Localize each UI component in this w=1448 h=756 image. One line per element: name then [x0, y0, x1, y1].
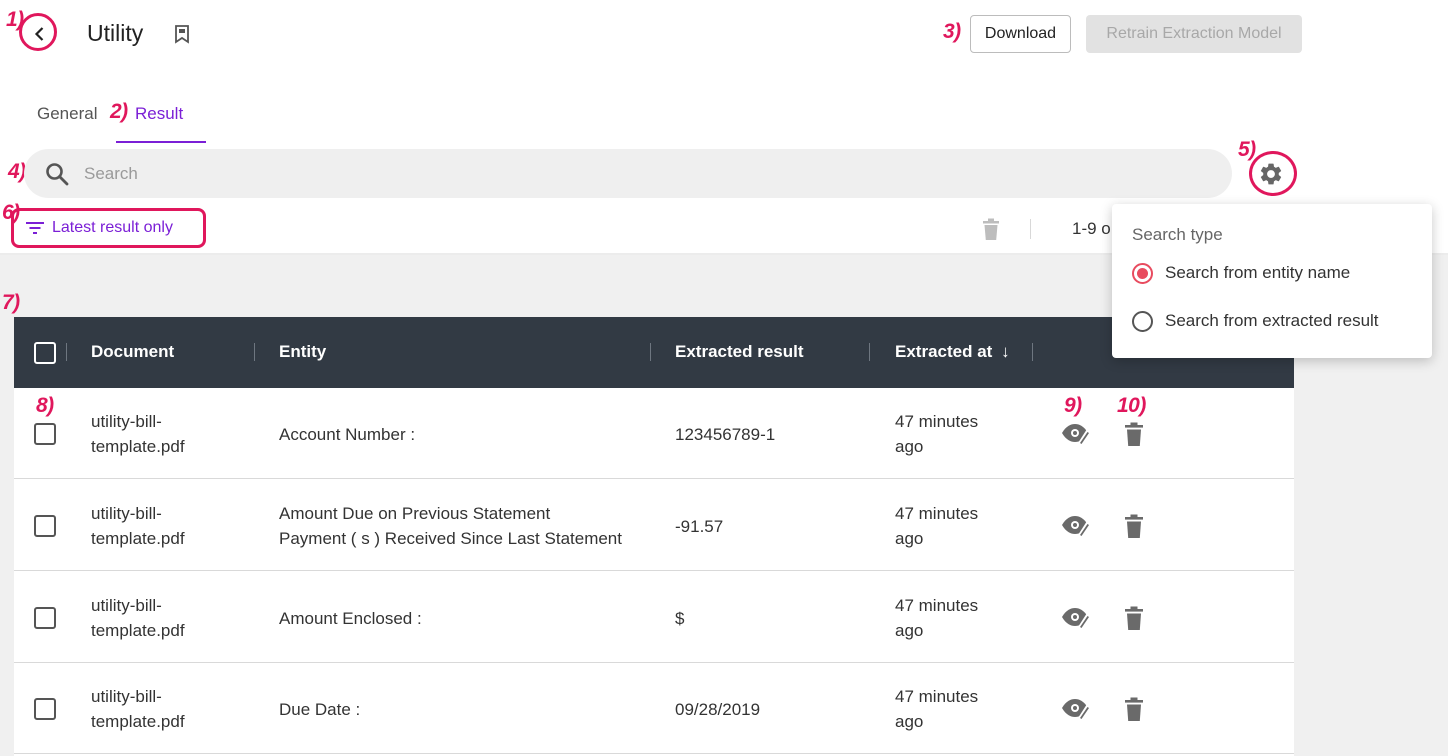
- document-name-line: template.pdf: [91, 712, 185, 731]
- tab-result[interactable]: Result: [135, 104, 183, 124]
- search-type-title: Search type: [1132, 225, 1223, 244]
- extracted-at-cell: 47 minutes ago: [895, 593, 1005, 643]
- extracted-at-cell: 47 minutes ago: [895, 501, 1005, 551]
- document-name-line: utility-bill-: [91, 504, 162, 523]
- search-input[interactable]: Search: [84, 164, 138, 184]
- column-header-extracted-at-label: Extracted at: [895, 342, 993, 361]
- annotation-9: 9): [1064, 394, 1082, 417]
- extracted-at-cell: 47 minutes ago: [895, 684, 1005, 734]
- entity-cell: Amount Enclosed :: [279, 606, 649, 631]
- table-row: utility-bill- template.pdf Account Numbe…: [14, 388, 1294, 479]
- table-row: utility-bill- template.pdf Amount Enclos…: [14, 572, 1294, 663]
- time-line: 47 minutes: [895, 504, 979, 523]
- eye-edit-icon[interactable]: [1061, 513, 1089, 537]
- annotation-ring-5: [1249, 151, 1297, 196]
- extracted-result-cell: 09/28/2019: [675, 700, 761, 719]
- document-name-line: utility-bill-: [91, 596, 162, 615]
- time-line: ago: [895, 437, 924, 456]
- entity-cell: Account Number :: [279, 422, 649, 447]
- entity-name-line: Due Date :: [279, 700, 361, 719]
- column-divider: [254, 343, 255, 361]
- radio-selected-icon[interactable]: [1132, 262, 1153, 284]
- page-title: Utility: [87, 20, 144, 46]
- row-checkbox[interactable]: [34, 423, 56, 445]
- document-cell: utility-bill- template.pdf: [91, 684, 241, 734]
- retrain-model-button[interactable]: Retrain Extraction Model: [1086, 15, 1302, 53]
- column-header-entity[interactable]: Entity: [279, 342, 326, 362]
- tab-general[interactable]: General: [37, 104, 97, 124]
- row-checkbox[interactable]: [34, 515, 56, 537]
- search-type-menu: Search type Search from entity name Sear…: [1112, 204, 1432, 358]
- entity-name-line: Account Number :: [279, 425, 416, 444]
- search-type-option-entity[interactable]: Search from entity name: [1132, 261, 1350, 285]
- entity-name-line: Amount Enclosed :: [279, 609, 422, 628]
- bookmark-icon[interactable]: [173, 24, 191, 44]
- toolbar-divider: [1030, 219, 1031, 239]
- eye-edit-icon[interactable]: [1061, 605, 1089, 629]
- annotation-7: 7): [2, 291, 20, 314]
- entity-cell: Amount Due on Previous Statement Payment…: [279, 501, 649, 551]
- eye-edit-icon[interactable]: [1061, 696, 1089, 720]
- annotation-3: 3): [943, 20, 961, 43]
- column-divider: [66, 343, 67, 361]
- time-line: ago: [895, 529, 924, 548]
- annotation-8: 8): [36, 394, 54, 417]
- document-name-line: utility-bill-: [91, 687, 162, 706]
- pagination-range: 1-9 o: [1072, 219, 1111, 238]
- annotation-1: 1): [6, 8, 24, 31]
- sort-down-icon: ↓: [1001, 342, 1010, 361]
- search-bar[interactable]: [24, 149, 1232, 198]
- download-button[interactable]: Download: [970, 15, 1071, 53]
- extracted-at-cell: 47 minutes ago: [895, 409, 1005, 459]
- search-type-option-result[interactable]: Search from extracted result: [1132, 309, 1379, 333]
- column-divider: [869, 343, 870, 361]
- entity-cell: Due Date :: [279, 697, 649, 722]
- radio-unselected-icon[interactable]: [1132, 310, 1153, 332]
- time-line: ago: [895, 621, 924, 640]
- column-divider: [1032, 343, 1033, 361]
- annotation-ring-1: [19, 13, 57, 51]
- time-line: 47 minutes: [895, 412, 979, 431]
- trash-icon[interactable]: [1124, 605, 1144, 631]
- time-line: 47 minutes: [895, 687, 979, 706]
- trash-icon[interactable]: [1124, 421, 1144, 447]
- time-line: 47 minutes: [895, 596, 979, 615]
- column-header-extracted-at[interactable]: Extracted at ↓: [895, 342, 1010, 362]
- row-checkbox[interactable]: [34, 698, 56, 720]
- document-name-line: template.pdf: [91, 437, 185, 456]
- document-cell: utility-bill- template.pdf: [91, 593, 241, 643]
- time-line: ago: [895, 712, 924, 731]
- trash-icon[interactable]: [1124, 696, 1144, 722]
- document-name-line: utility-bill-: [91, 412, 162, 431]
- trash-icon[interactable]: [980, 217, 1002, 241]
- search-type-option-label: Search from entity name: [1165, 263, 1351, 282]
- annotation-10: 10): [1117, 394, 1146, 417]
- trash-icon[interactable]: [1124, 513, 1144, 539]
- extracted-result-cell: -91.57: [675, 517, 724, 536]
- search-icon: [46, 163, 69, 186]
- document-cell: utility-bill- template.pdf: [91, 409, 241, 459]
- results-table: Document Entity Extracted result Extract…: [14, 317, 1294, 756]
- eye-edit-icon[interactable]: [1061, 421, 1089, 445]
- row-checkbox[interactable]: [34, 607, 56, 629]
- search-type-option-label: Search from extracted result: [1165, 311, 1379, 330]
- table-header: Document Entity Extracted result Extract…: [14, 317, 1294, 388]
- extracted-result-cell: 123456789-1: [675, 425, 776, 444]
- column-divider: [650, 343, 651, 361]
- annotation-2: 2): [110, 100, 128, 123]
- document-name-line: template.pdf: [91, 621, 185, 640]
- entity-name-line: Amount Due on Previous Statement: [279, 504, 551, 523]
- annotation-box-6: [11, 208, 206, 248]
- entity-name-line: Payment ( s ) Received Since Last Statem…: [279, 529, 622, 548]
- table-row: utility-bill- template.pdf Amount Due on…: [14, 480, 1294, 571]
- column-header-document[interactable]: Document: [91, 342, 174, 362]
- document-cell: utility-bill- template.pdf: [91, 501, 241, 551]
- extracted-result-cell: $: [675, 609, 685, 628]
- column-header-extracted-result[interactable]: Extracted result: [675, 342, 804, 362]
- active-tab-indicator: [116, 141, 206, 143]
- document-name-line: template.pdf: [91, 529, 185, 548]
- table-row: utility-bill- template.pdf Due Date : 09…: [14, 663, 1294, 754]
- select-all-checkbox[interactable]: [34, 342, 56, 364]
